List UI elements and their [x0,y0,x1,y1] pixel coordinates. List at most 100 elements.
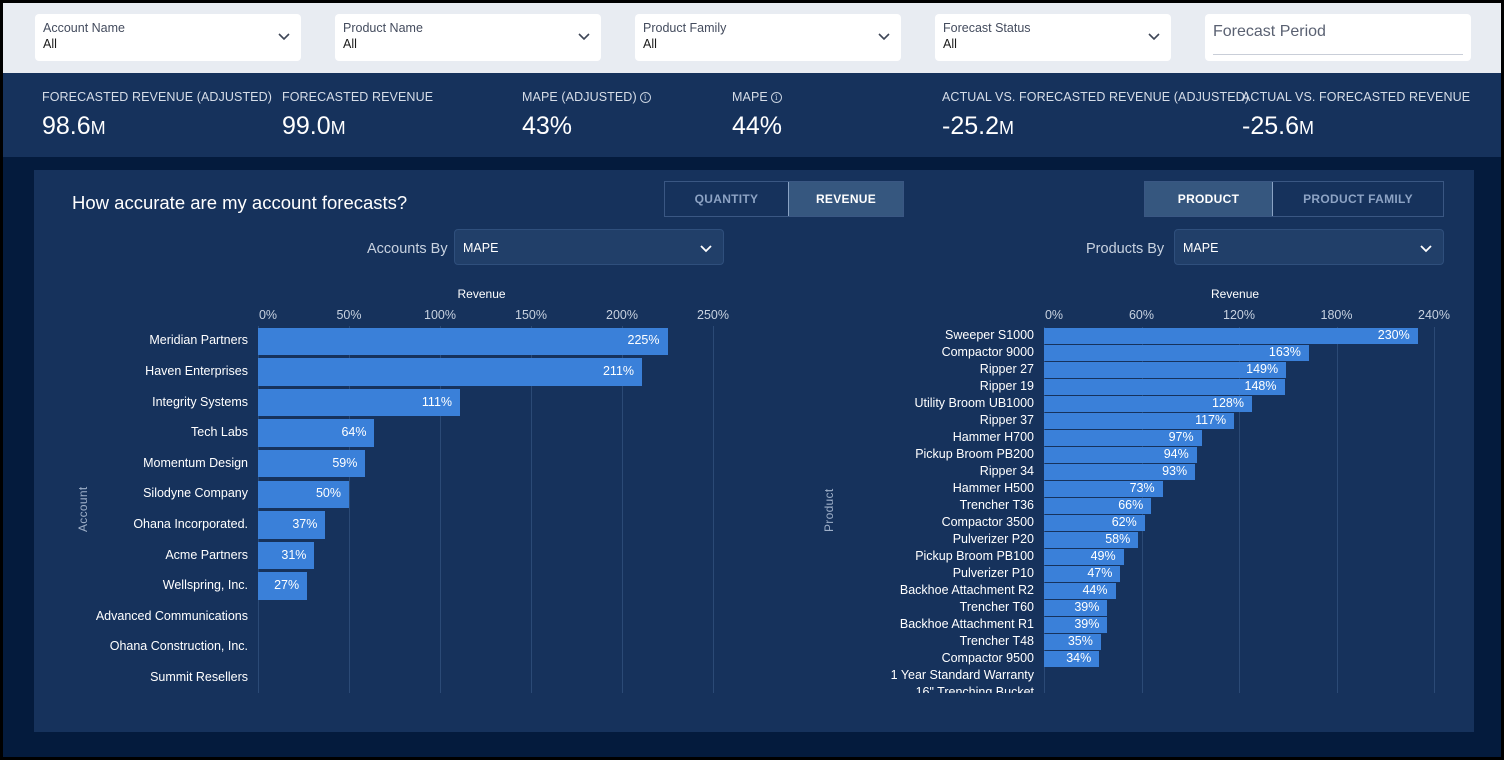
chevron-down-icon [1148,33,1160,41]
kpi-value: 99.0 [282,112,331,140]
category-label: Acme Partners [165,547,248,562]
kpi-value: -25.2 [942,112,999,140]
filter-bar: Account Name All Product Name All Produc… [3,3,1501,73]
chevron-down-icon [278,33,290,41]
kpi-unit: M [90,118,106,138]
bar-value-label: 39% [1074,599,1100,614]
category-label: Silodyne Company [143,486,248,501]
bar-value-label: 49% [1090,548,1116,563]
filter-label: Product Name [343,21,423,35]
kpi-label: ACTUAL VS. FORECASTED REVENUE [1242,90,1471,104]
category-label: Hammer H500 [952,480,1034,495]
forecast-period-input[interactable]: Forecast Period [1205,14,1471,61]
bar-value-label: 27% [274,578,300,593]
kpi-label: FORECASTED REVENUE [282,90,434,104]
y-axis-title: Product [822,488,836,532]
category-label: Pickup Broom PB200 [915,446,1034,461]
category-label: Advanced Communications [95,608,248,623]
kpi-value: 98.6 [42,112,91,140]
x-tick-label: 180% [1320,308,1353,322]
category-label: Trencher T48 [959,633,1034,648]
category-label: Ohana Incorporated. [133,516,248,531]
product-family-filter[interactable]: Product Family All [635,14,901,61]
bar-value-label: 163% [1268,344,1301,359]
category-label: Compactor 3500 [941,514,1034,529]
x-tick-label: 120% [1223,308,1255,322]
bar-value-label: 66% [1118,497,1144,512]
info-icon[interactable]: i [639,92,651,103]
filter-label: Account Name [43,21,125,35]
category-label: Ripper 27 [979,361,1034,376]
x-tick-label: 250% [697,308,729,322]
bar-value-label: 97% [1168,429,1194,444]
bar-value-label: 94% [1163,446,1189,461]
category-label: Summit Resellers [150,669,248,684]
bar [1044,327,1418,344]
category-label: 16" Trenching Bucket [915,684,1034,694]
kpi-unit: M [998,118,1014,138]
category-label: Ripper 19 [979,378,1034,393]
kpi-bar: FORECASTED REVENUE (ADJUSTED) 98.6M FORE… [3,73,1501,157]
info-icon[interactable]: i [770,92,782,103]
x-tick-label: 0% [1044,308,1064,322]
x-tick-label: 50% [336,308,362,322]
kpi-mape: MAPE i 44% [732,90,782,141]
bar-value-label: 62% [1111,514,1137,529]
bar-value-label: 39% [1074,616,1100,631]
forecast-status-filter[interactable]: Forecast Status All [935,14,1171,61]
category-label: Ripper 37 [979,412,1034,427]
category-label: Pulverizer P10 [952,565,1034,580]
category-label: Compactor 9500 [941,650,1034,665]
gridline [1336,327,1338,693]
category-label: Utility Broom UB1000 [914,395,1035,410]
bar-value-label: 73% [1129,480,1155,495]
category-label: Ohana Construction, Inc. [109,639,248,654]
category-label: Backhoe Attachment R2 [899,582,1034,597]
bar-value-label: 148% [1244,378,1277,393]
category-label: Meridian Partners [149,333,248,348]
filter-value: All [643,37,657,51]
category-label: Ripper 34 [979,463,1034,478]
category-label: Backhoe Attachment R1 [899,616,1034,631]
bar-value-label: 35% [1067,633,1093,648]
filter-label: Product Family [643,21,727,35]
x-tick-label: 100% [424,308,456,322]
category-label: Momentum Design [143,455,248,470]
bar [258,358,643,386]
kpi-value: -25.6 [1242,112,1299,140]
forecast-period-placeholder: Forecast Period [1213,23,1326,40]
category-label: Pickup Broom PB100 [915,548,1034,563]
bar-value-label: 64% [341,425,367,440]
category-label: Integrity Systems [152,394,248,409]
category-label: Haven Enterprises [145,363,248,378]
dashboard-frame: Account Name All Product Name All Produc… [3,3,1501,757]
kpi-label: MAPE [732,90,768,104]
x-axis-title: Revenue [1211,287,1260,301]
bar-value-label: 37% [292,516,318,531]
products-mape-chart: Revenue 0% 60% 120% 180% 240% Product Sweeper S… [754,170,1474,732]
kpi-actual-vs-forecasted-adjusted: ACTUAL VS. FORECASTED REVENUE (ADJUSTED)… [942,90,1249,141]
filter-value: All [343,37,357,51]
bar-value-label: 47% [1087,565,1113,580]
bar-value-label: 34% [1066,650,1092,665]
account-name-filter[interactable]: Account Name All [35,14,301,61]
kpi-actual-vs-forecasted: ACTUAL VS. FORECASTED REVENUE -25.6M [1242,90,1470,141]
bar [258,327,668,356]
kpi-mape-adjusted: MAPE (ADJUSTED) i 43% [522,90,651,141]
bar-value-label: 44% [1082,582,1108,597]
kpi-unit: M [1298,118,1314,138]
category-label: Trencher T36 [959,497,1034,512]
category-label: Sweeper S1000 [945,327,1034,342]
filter-label: Forecast Status [943,21,1031,35]
x-tick-label: 150% [515,308,547,322]
bar-value-label: 149% [1246,361,1279,376]
category-label: Pulverizer P20 [952,531,1034,546]
bar-value-label: 211% [602,363,635,378]
gridline [713,326,714,693]
category-label: 1 Year Standard Warranty [890,667,1034,682]
x-tick-label: 60% [1128,308,1155,322]
bar-value-label: 50% [315,486,341,501]
product-name-filter[interactable]: Product Name All [335,14,601,61]
chevron-down-icon [578,33,590,41]
bar-value-label: 128% [1212,395,1244,410]
